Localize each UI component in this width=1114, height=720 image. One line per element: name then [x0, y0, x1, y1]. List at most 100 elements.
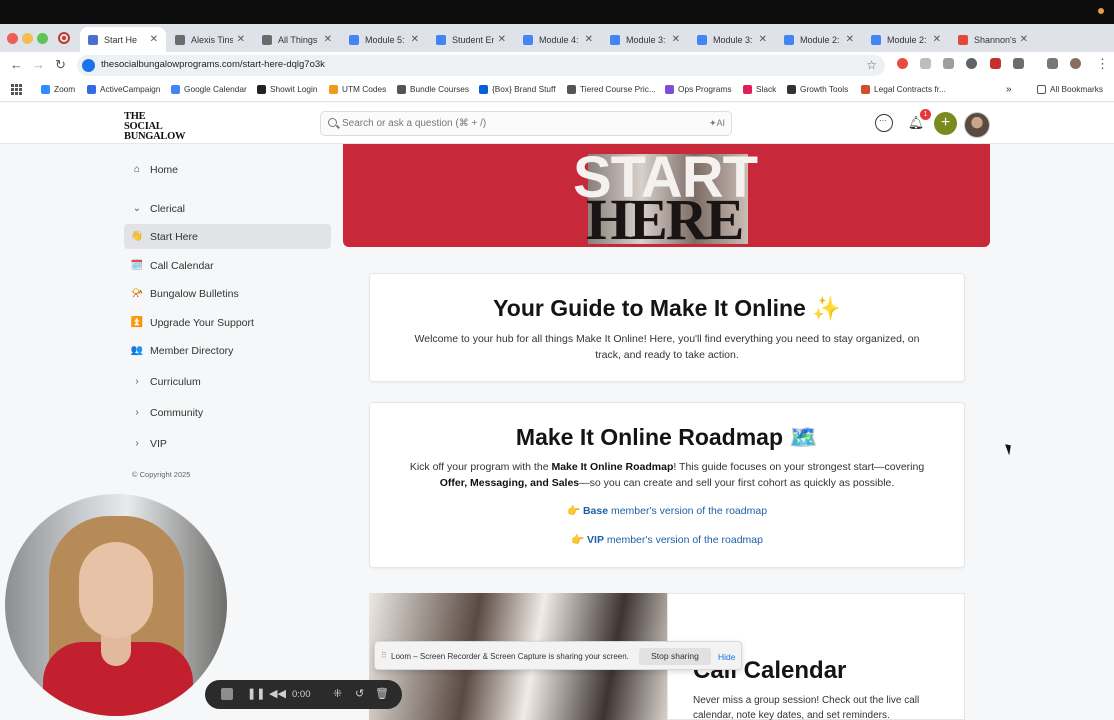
- bookmark-item[interactable]: Tiered Course Pric...: [567, 84, 656, 94]
- sidebar-item-home[interactable]: ⌂ Home: [124, 157, 331, 182]
- browser-tab[interactable]: Shannon's ✕: [950, 27, 1036, 52]
- more-bookmarks-icon[interactable]: »: [1006, 84, 1012, 95]
- bookmark-star-icon[interactable]: ☆: [866, 58, 877, 72]
- bookmark-item[interactable]: Slack: [743, 84, 776, 94]
- vip-roadmap-link[interactable]: 👉 VIP member's version of the roadmap: [370, 533, 964, 549]
- trash-icon[interactable]: 🗑︎: [375, 687, 389, 700]
- browser-tab[interactable]: Module 4: ✕: [515, 27, 601, 52]
- close-tab-icon[interactable]: ✕: [672, 34, 680, 45]
- maximize-window-button[interactable]: [37, 33, 48, 44]
- webcam-face: [79, 542, 153, 638]
- add-button[interactable]: +: [934, 112, 957, 135]
- close-tab-icon[interactable]: ✕: [237, 34, 245, 45]
- sidebar-item-member-directory[interactable]: 👥 Member Directory: [124, 338, 331, 363]
- browser-tab[interactable]: Module 5: ✕: [341, 27, 427, 52]
- all-bookmarks[interactable]: All Bookmarks: [1037, 84, 1103, 94]
- hide-button[interactable]: Hide: [718, 652, 735, 662]
- address-bar[interactable]: thesocialbungalowprograms.com/start-here…: [77, 55, 885, 76]
- pause-icon[interactable]: ❚❚: [247, 687, 265, 700]
- forward-arrow-icon[interactable]: →: [32, 57, 45, 72]
- chat-icon[interactable]: [875, 114, 893, 132]
- tab-label: All Things V: [278, 34, 320, 45]
- apps-grid-icon[interactable]: [11, 84, 22, 95]
- site-info-icon[interactable]: [82, 59, 95, 72]
- stop-recording-button[interactable]: [221, 688, 233, 700]
- browser-tab[interactable]: Start He ✕: [80, 27, 166, 52]
- bookmark-item[interactable]: Legal Contracts fr...: [861, 84, 946, 94]
- extension-icon[interactable]: [990, 58, 1001, 69]
- sidebar-item-call-calendar[interactable]: 🗓️ Call Calendar: [124, 253, 331, 278]
- browser-tab[interactable]: Module 2: ✕: [863, 27, 949, 52]
- chevron-right-icon: ›: [135, 407, 139, 418]
- browser-menu-icon[interactable]: ⋮: [1096, 56, 1109, 72]
- tab-favicon-icon: [175, 34, 185, 45]
- bookmark-label: UTM Codes: [342, 84, 387, 94]
- url-text[interactable]: thesocialbungalowprograms.com/start-here…: [101, 59, 325, 70]
- bookmark-favicon-icon: [397, 84, 406, 94]
- sidebar-item-start-here[interactable]: 👋 Start Here: [124, 224, 331, 249]
- folder-icon: [1037, 84, 1046, 94]
- browser-tab[interactable]: Module 3: ✕: [602, 27, 688, 52]
- bookmark-item[interactable]: Ops Programs: [665, 84, 731, 94]
- profile-icon[interactable]: [1070, 58, 1081, 69]
- close-tab-icon[interactable]: ✕: [846, 34, 854, 45]
- close-tab-icon[interactable]: ✕: [933, 34, 941, 45]
- close-tab-icon[interactable]: ✕: [324, 34, 332, 45]
- sidebar-section-vip[interactable]: › VIP: [124, 431, 331, 456]
- sidebar-section-community[interactable]: › Community: [124, 400, 331, 425]
- bookmark-item[interactable]: Zoom: [41, 84, 75, 94]
- close-tab-icon[interactable]: ✕: [498, 34, 506, 45]
- browser-tab[interactable]: All Things V ✕: [254, 27, 340, 52]
- browser-tab[interactable]: Student En ✕: [428, 27, 514, 52]
- bookmark-favicon-icon: [567, 84, 576, 94]
- browser-tab[interactable]: Alexis Tins ✕: [167, 27, 253, 52]
- back-arrow-icon[interactable]: ←: [10, 57, 23, 72]
- puzzle-extensions-icon[interactable]: [1013, 58, 1024, 69]
- bookmark-item[interactable]: Google Calendar: [171, 84, 247, 94]
- sidebar-item-upgrade-your-support[interactable]: ⏫ Upgrade Your Support: [124, 310, 331, 335]
- roadmap-intro: Kick off your program with the Make It O…: [406, 460, 928, 491]
- ai-label[interactable]: ✦AI: [709, 118, 725, 129]
- sidebar-section-curriculum[interactable]: › Curriculum: [124, 369, 331, 394]
- minimize-window-button[interactable]: [22, 33, 33, 44]
- bookmark-item[interactable]: {Box} Brand Stuff: [479, 84, 556, 94]
- webcam-bubble[interactable]: [5, 494, 227, 716]
- search-input[interactable]: Search or ask a question (⌘ + /) ✦AI: [320, 111, 732, 136]
- extension-icon[interactable]: [920, 58, 931, 69]
- close-tab-icon[interactable]: ✕: [1020, 34, 1028, 45]
- bookmark-item[interactable]: Growth Tools: [787, 84, 848, 94]
- stop-sharing-button[interactable]: Stop sharing: [639, 648, 711, 665]
- bookmark-item[interactable]: ActiveCampaign: [87, 84, 160, 94]
- browser-tab[interactable]: Module 3: ✕: [689, 27, 775, 52]
- restart-icon[interactable]: ↺: [355, 687, 364, 700]
- extension-icon[interactable]: [966, 58, 977, 69]
- drawing-tool-icon[interactable]: ⁜: [333, 687, 342, 700]
- bookmark-item[interactable]: Showit Login: [257, 84, 318, 94]
- close-window-button[interactable]: [7, 33, 18, 44]
- bookmark-label: {Box} Brand Stuff: [492, 84, 556, 94]
- media-control-icon[interactable]: [1047, 58, 1058, 69]
- logo[interactable]: THE SOCIAL BUNGALOW: [124, 111, 186, 142]
- roadmap-card: Make It Online Roadmap 🗺️ Kick off your …: [369, 402, 965, 568]
- sidebar-item-bungalow-bulletins[interactable]: 📯 Bungalow Bulletins: [124, 281, 331, 306]
- close-tab-icon[interactable]: ✕: [585, 34, 593, 45]
- close-tab-icon[interactable]: ✕: [411, 34, 419, 45]
- close-tab-icon[interactable]: ✕: [759, 34, 767, 45]
- avatar[interactable]: [964, 112, 990, 138]
- rewind-icon[interactable]: ◀◀: [269, 687, 286, 700]
- base-roadmap-link[interactable]: 👉 Base member's version of the roadmap: [370, 504, 964, 520]
- roadmap-intro-bold: Offer, Messaging, and Sales: [439, 476, 580, 489]
- tab-favicon-icon: [262, 34, 272, 45]
- extension-icon[interactable]: [943, 58, 954, 69]
- browser-tab[interactable]: Module 2: ✕: [776, 27, 862, 52]
- reload-icon[interactable]: ↻: [55, 57, 66, 73]
- tab-favicon-icon: [871, 34, 881, 45]
- extension-icon[interactable]: [897, 58, 908, 69]
- close-tab-icon[interactable]: ✕: [150, 34, 158, 45]
- bookmark-item[interactable]: Bundle Courses: [397, 84, 469, 94]
- sidebar-section-clerical[interactable]: ⌄ Clerical: [124, 196, 331, 221]
- sidebar-item-label: Curriculum: [150, 375, 201, 388]
- sidebar-item-label: Home: [150, 163, 179, 176]
- bookmark-item[interactable]: UTM Codes: [329, 84, 386, 94]
- drag-handle-icon[interactable]: ⠿: [381, 651, 387, 660]
